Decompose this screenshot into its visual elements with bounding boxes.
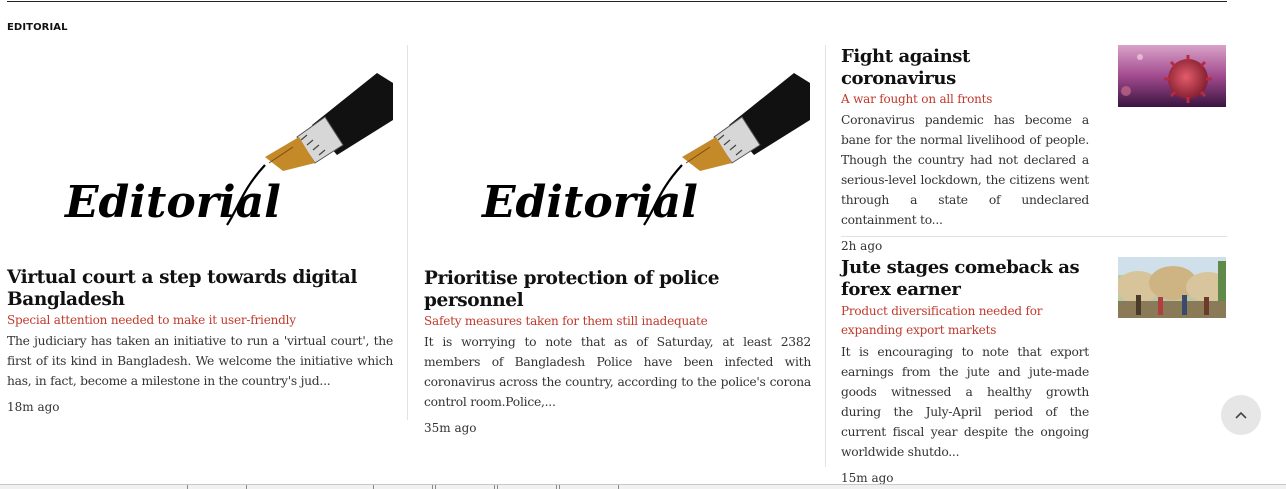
article-time: 35m ago [424, 421, 477, 435]
article-title[interactable]: Prioritise protection of police personne… [424, 268, 811, 312]
scroll-to-top-button[interactable] [1221, 395, 1261, 435]
column-divider [825, 45, 826, 467]
article-image-2[interactable]: Editorial [424, 45, 810, 262]
fountain-pen-icon [265, 73, 393, 171]
column-divider [407, 45, 408, 420]
article-title[interactable]: Virtual court a step towards digital Ban… [7, 267, 393, 311]
bottom-navigation-bar [0, 484, 1286, 489]
article-excerpt: The judiciary has taken an initiative to… [7, 334, 393, 388]
article-excerpt: It is encouraging to note that export ea… [841, 345, 1089, 459]
coronavirus-thumbnail[interactable] [1118, 45, 1226, 107]
bottom-tab[interactable] [497, 485, 557, 489]
bottom-tab[interactable] [187, 485, 247, 489]
item-divider [841, 236, 1227, 237]
article-card-1[interactable]: Editorial Virtual court a step towards d… [7, 45, 393, 414]
top-rule [7, 1, 1227, 2]
article-time: 15m ago [841, 471, 894, 485]
bottom-tab[interactable] [435, 485, 495, 489]
article-subtitle: Product diversification needed for expan… [841, 304, 1043, 337]
jute-thumbnail[interactable] [1118, 257, 1226, 318]
fountain-pen-icon [682, 73, 810, 171]
article-time: 2h ago [841, 239, 883, 253]
article-excerpt: It is worrying to note that as of Saturd… [424, 335, 811, 409]
article-card-2[interactable]: Editorial Prioritise protection of polic… [424, 45, 811, 435]
article-title[interactable]: Fight against coronavirus [841, 46, 1089, 90]
editorial-logo-text: Editorial [63, 177, 281, 228]
article-subtitle: Safety measures taken for them still ina… [424, 314, 708, 328]
article-card-3[interactable]: Fight against coronavirus A war fought o… [841, 45, 1226, 253]
article-excerpt: Coronavirus pandemic has become a bane f… [841, 113, 1089, 227]
article-time: 18m ago [7, 400, 60, 414]
article-subtitle: Special attention needed to make it user… [7, 313, 296, 327]
section-label[interactable]: EDITORIAL [7, 22, 68, 33]
editorial-logo-text: Editorial [480, 177, 698, 228]
article-image-1[interactable]: Editorial [7, 45, 393, 262]
article-card-4[interactable]: Jute stages comeback as forex earner Pro… [841, 257, 1226, 485]
chevron-up-icon [1235, 411, 1247, 419]
article-subtitle: A war fought on all fronts [841, 92, 993, 106]
article-title[interactable]: Jute stages comeback as forex earner [841, 257, 1089, 301]
bottom-tab[interactable] [373, 485, 433, 489]
bottom-tab[interactable] [559, 485, 619, 489]
